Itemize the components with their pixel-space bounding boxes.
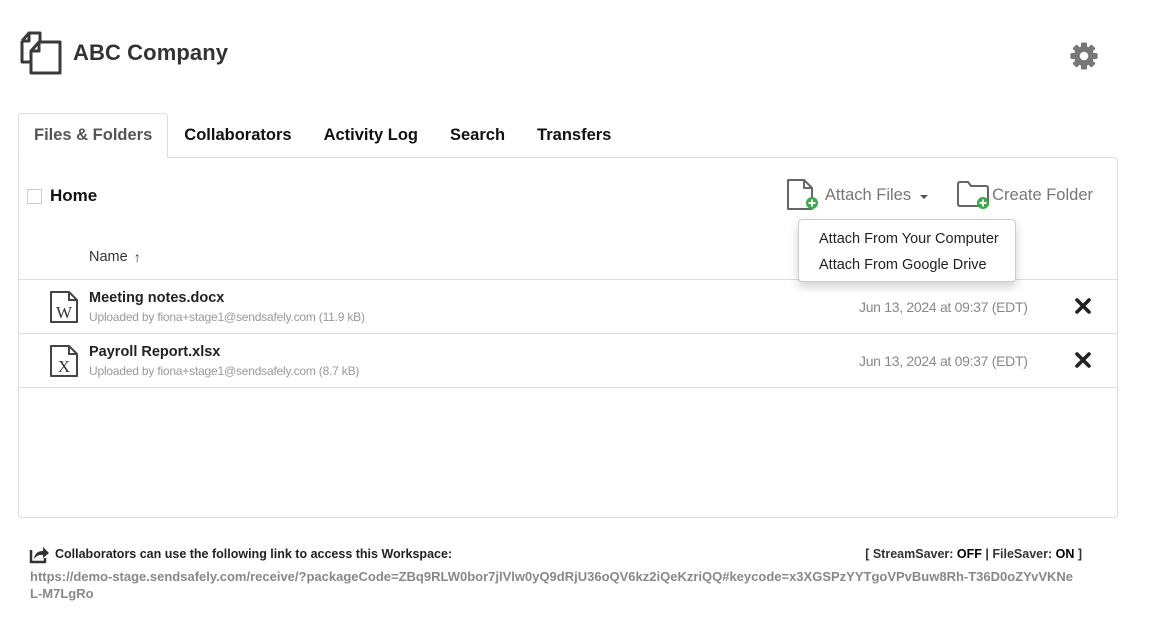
tab-activity-log[interactable]: Activity Log (308, 113, 434, 158)
files-panel: Home Attach Files Create Folder Name ↑ W… (18, 157, 1118, 518)
breadcrumb: Home (27, 186, 97, 206)
create-folder-label: Create Folder (992, 185, 1093, 204)
table-row[interactable]: X Payroll Report.xlsx Uploaded by fiona+… (19, 334, 1117, 388)
share-icon (29, 547, 49, 564)
svg-text:X: X (58, 357, 70, 376)
saver-separator: | (981, 547, 993, 561)
tab-bar: Files & Folders Collaborators Activity L… (18, 113, 627, 158)
filesaver-label: FileSaver: (992, 547, 1056, 561)
add-folder-icon (957, 181, 990, 209)
tab-search[interactable]: Search (434, 113, 521, 158)
streamsaver-label: StreamSaver: (872, 547, 957, 561)
select-all-checkbox[interactable] (27, 188, 42, 204)
table-row[interactable]: W Meeting notes.docx Uploaded by fiona+s… (19, 280, 1117, 334)
name-column-label: Name (89, 249, 128, 265)
name-column-header[interactable]: Name ↑ (89, 249, 141, 265)
excel-file-icon: X (50, 345, 78, 377)
saver-status: [ StreamSaver: OFF | FileSaver: ON ] (865, 547, 1082, 561)
saver-bracket-open: [ (865, 547, 873, 561)
file-upload-info: Uploaded by fiona+stage1@sendsafely.com … (89, 310, 365, 324)
saver-bracket-close: ] (1074, 547, 1082, 561)
streamsaver-value: OFF (956, 547, 982, 561)
tab-collaborators[interactable]: Collaborators (168, 113, 307, 158)
create-folder-button[interactable]: Create Folder (956, 180, 1093, 210)
attach-files-label: Attach Files (824, 185, 912, 204)
workspace-link[interactable]: https://demo-stage.sendsafely.com/receiv… (30, 568, 1080, 602)
attach-file-icon (786, 179, 818, 210)
tab-transfers[interactable]: Transfers (521, 113, 627, 158)
file-name[interactable]: Meeting notes.docx (89, 290, 224, 306)
attach-files-button[interactable]: Attach Files (786, 178, 929, 212)
word-file-icon: W (50, 291, 78, 323)
tab-files-folders[interactable]: Files & Folders (18, 113, 169, 158)
sort-ascending-icon: ↑ (133, 249, 141, 265)
chevron-down-icon (920, 194, 929, 199)
attach-files-menu: Attach From Your Computer Attach From Go… (798, 219, 1016, 282)
attach-from-google-drive[interactable]: Attach From Google Drive (799, 255, 1015, 281)
file-date: Jun 13, 2024 at 09:37 (EDT) (859, 299, 1028, 315)
attach-from-computer[interactable]: Attach From Your Computer (799, 229, 1015, 255)
toolbar: Attach Files Create Folder (786, 178, 1093, 212)
gear-icon[interactable] (1069, 41, 1099, 71)
app-header: ABC Company (18, 30, 228, 76)
company-name: ABC Company (73, 40, 229, 65)
filesaver-value: ON (1055, 547, 1075, 561)
file-upload-info: Uploaded by fiona+stage1@sendsafely.com … (89, 364, 360, 378)
documents-icon (20, 31, 62, 75)
delete-icon[interactable] (1073, 350, 1093, 370)
breadcrumb-home[interactable]: Home (50, 186, 97, 206)
svg-text:W: W (56, 303, 73, 322)
share-description: Collaborators can use the following link… (55, 547, 453, 561)
workspace-link-section: Collaborators can use the following link… (28, 543, 1088, 602)
delete-icon[interactable] (1073, 296, 1093, 316)
file-name[interactable]: Payroll Report.xlsx (89, 344, 220, 360)
file-date: Jun 13, 2024 at 09:37 (EDT) (859, 353, 1028, 369)
